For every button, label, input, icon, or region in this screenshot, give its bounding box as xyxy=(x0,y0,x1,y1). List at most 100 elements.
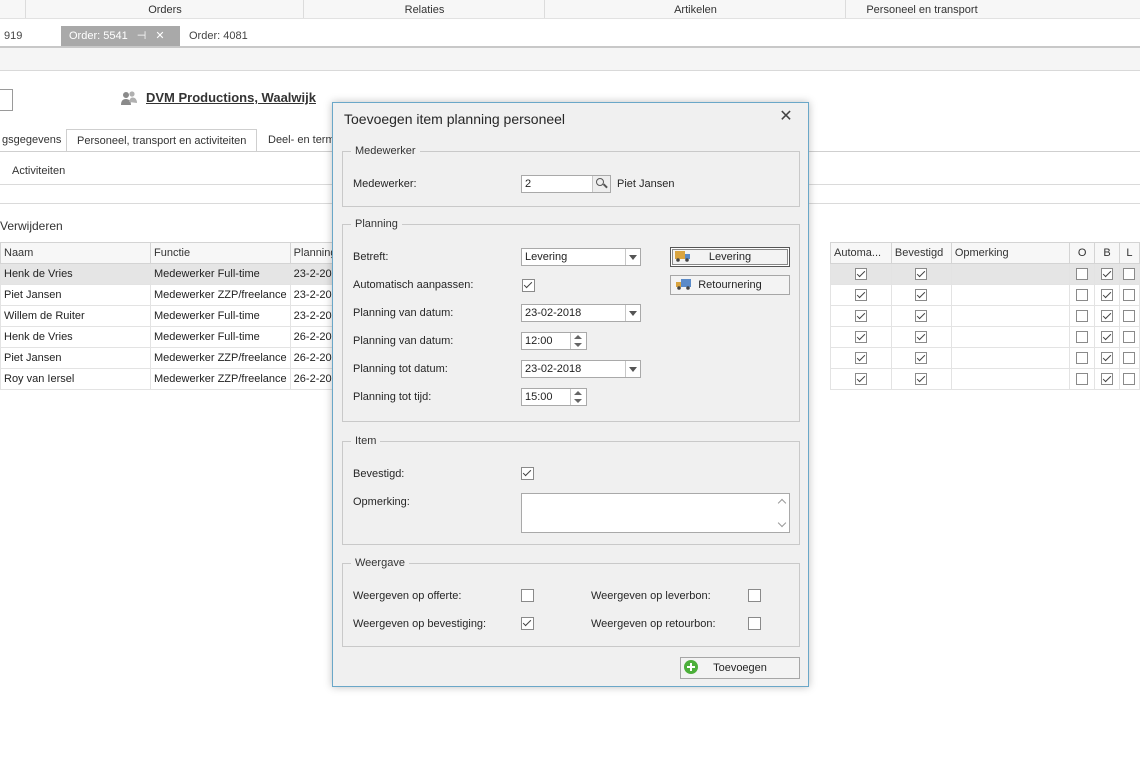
bevestiging-checkbox[interactable] xyxy=(521,617,534,630)
b-checkbox[interactable] xyxy=(1101,373,1114,386)
bevestigd-checkbox[interactable] xyxy=(915,268,928,281)
offerte-checkbox[interactable] xyxy=(521,589,534,602)
l-checkbox[interactable] xyxy=(1123,289,1136,302)
table-row[interactable]: Roy van Iersel Medewerker ZZP/freelance 26… xyxy=(0,368,362,390)
tot-datum-label: Planning tot datum: xyxy=(353,363,448,375)
table-row[interactable] xyxy=(830,326,1140,348)
cell-o xyxy=(1069,347,1096,369)
b-checkbox[interactable] xyxy=(1101,310,1114,323)
table-row[interactable]: Willem de Ruiter Medewerker Full-time 23-2… xyxy=(0,305,362,327)
doc-tab-active[interactable]: Order: 5541 ⊣ ✕ xyxy=(61,26,180,46)
chevron-down-icon[interactable] xyxy=(625,305,640,321)
subtab-activiteiten[interactable]: Activiteiten xyxy=(12,165,65,177)
leverbon-label: Weergeven op leverbon: xyxy=(591,590,711,602)
spinner-icon[interactable] xyxy=(570,389,586,405)
table-row[interactable]: Piet Jansen Medewerker ZZP/freelance 23-2-… xyxy=(0,284,362,306)
search-icon[interactable] xyxy=(592,176,610,192)
tab-algemene-gegevens[interactable]: gsgegevens xyxy=(0,129,71,151)
menu-relaties[interactable]: Relaties xyxy=(303,0,545,18)
o-checkbox[interactable] xyxy=(1076,352,1089,365)
automatisch-checkbox[interactable] xyxy=(854,268,867,281)
cell-opmerking xyxy=(950,263,1071,285)
pin-icon[interactable]: ⊣ xyxy=(137,26,147,46)
l-checkbox[interactable] xyxy=(1123,352,1136,365)
bevestigd-checkbox[interactable] xyxy=(521,467,534,480)
leverbon-checkbox[interactable] xyxy=(748,589,761,602)
company-link[interactable]: DVM Productions, Waalwijk xyxy=(146,90,316,105)
column-header-b[interactable]: B xyxy=(1094,242,1120,264)
b-checkbox[interactable] xyxy=(1101,289,1114,302)
menu-personeel-transport[interactable]: Personeel en transport xyxy=(845,0,998,18)
l-checkbox[interactable] xyxy=(1123,310,1136,323)
o-checkbox[interactable] xyxy=(1076,268,1089,281)
close-icon[interactable]: ✕ xyxy=(155,26,164,46)
levering-button[interactable]: Levering xyxy=(670,247,790,267)
l-checkbox[interactable] xyxy=(1123,268,1136,281)
bevestigd-checkbox[interactable] xyxy=(915,373,928,386)
o-checkbox[interactable] xyxy=(1076,310,1089,323)
table-row[interactable]: Henk de Vries Medewerker Full-time 23-2-20… xyxy=(0,263,362,285)
dialog-title: Toevoegen item planning personeel xyxy=(344,111,566,127)
column-header-bevestigd[interactable]: Bevestigd xyxy=(890,242,952,264)
column-header-l[interactable]: L xyxy=(1118,242,1140,264)
table-row[interactable] xyxy=(830,305,1140,327)
table-row[interactable] xyxy=(830,284,1140,306)
header-field[interactable] xyxy=(0,89,13,111)
medewerker-input[interactable]: 2 xyxy=(521,175,611,193)
automatisch-checkbox[interactable] xyxy=(854,289,867,302)
table-row[interactable]: Henk de Vries Medewerker Full-time 26-2-20… xyxy=(0,326,362,348)
remove-button[interactable]: Verwijderen xyxy=(0,219,63,233)
table-row[interactable]: Piet Jansen Medewerker ZZP/freelance 26-2-… xyxy=(0,347,362,369)
l-checkbox[interactable] xyxy=(1123,373,1136,386)
auto-adjust-checkbox[interactable] xyxy=(522,279,535,292)
automatisch-checkbox[interactable] xyxy=(854,373,867,386)
bevestigd-checkbox[interactable] xyxy=(915,310,928,323)
cell-automatisch xyxy=(830,368,892,390)
bevestigd-checkbox[interactable] xyxy=(915,352,928,365)
van-datum-picker[interactable]: 23-02-2018 xyxy=(521,304,641,322)
retournering-button[interactable]: Retournering xyxy=(670,275,790,295)
planning-grid-right: Automa... Bevestigd Opmerking O B L xyxy=(830,242,1140,390)
b-checkbox[interactable] xyxy=(1101,352,1114,365)
o-checkbox[interactable] xyxy=(1076,289,1089,302)
column-header-automatisch[interactable]: Automa... xyxy=(830,242,892,264)
return-truck-icon xyxy=(676,279,691,290)
automatisch-checkbox[interactable] xyxy=(854,331,867,344)
column-header-o[interactable]: O xyxy=(1069,242,1096,264)
menu-orders[interactable]: Orders xyxy=(25,0,304,18)
b-checkbox[interactable] xyxy=(1101,331,1114,344)
opmerking-textarea[interactable] xyxy=(521,493,790,533)
doc-tab-order-4081[interactable]: Order: 4081 xyxy=(181,26,256,46)
spinner-icon[interactable] xyxy=(570,333,586,349)
chevron-down-icon[interactable] xyxy=(625,361,640,377)
chevron-down-icon[interactable] xyxy=(625,249,640,265)
tot-datum-picker[interactable]: 23-02-2018 xyxy=(521,360,641,378)
l-checkbox[interactable] xyxy=(1123,331,1136,344)
cell-bevestigd xyxy=(890,263,952,285)
betreft-dropdown[interactable]: Levering xyxy=(521,248,641,266)
o-checkbox[interactable] xyxy=(1076,331,1089,344)
column-header-opmerking[interactable]: Opmerking xyxy=(950,242,1071,264)
automatisch-checkbox[interactable] xyxy=(854,310,867,323)
doc-tab-partial[interactable]: 919 xyxy=(0,26,30,46)
close-icon[interactable]: ✕ xyxy=(777,108,795,126)
table-row[interactable] xyxy=(830,347,1140,369)
toevoegen-button[interactable]: Toevoegen xyxy=(680,657,800,679)
menu-artikelen[interactable]: Artikelen xyxy=(544,0,846,18)
b-checkbox[interactable] xyxy=(1101,268,1114,281)
cell-l xyxy=(1118,326,1140,348)
bevestigd-checkbox[interactable] xyxy=(915,289,928,302)
tot-tijd-spinner[interactable]: 15:00 xyxy=(521,388,587,406)
table-row[interactable] xyxy=(830,263,1140,285)
tab-personeel-transport[interactable]: Personeel, transport en activiteiten xyxy=(66,129,258,152)
o-checkbox[interactable] xyxy=(1076,373,1089,386)
automatisch-checkbox[interactable] xyxy=(854,352,867,365)
scrollbar[interactable] xyxy=(775,494,789,532)
column-header-naam[interactable]: Naam xyxy=(0,242,151,264)
table-row[interactable] xyxy=(830,368,1140,390)
cell-automatisch xyxy=(830,347,892,369)
van-tijd-spinner[interactable]: 12:00 xyxy=(521,332,587,350)
bevestigd-checkbox[interactable] xyxy=(915,331,928,344)
column-header-functie[interactable]: Functie xyxy=(150,242,291,264)
retourbon-checkbox[interactable] xyxy=(748,617,761,630)
